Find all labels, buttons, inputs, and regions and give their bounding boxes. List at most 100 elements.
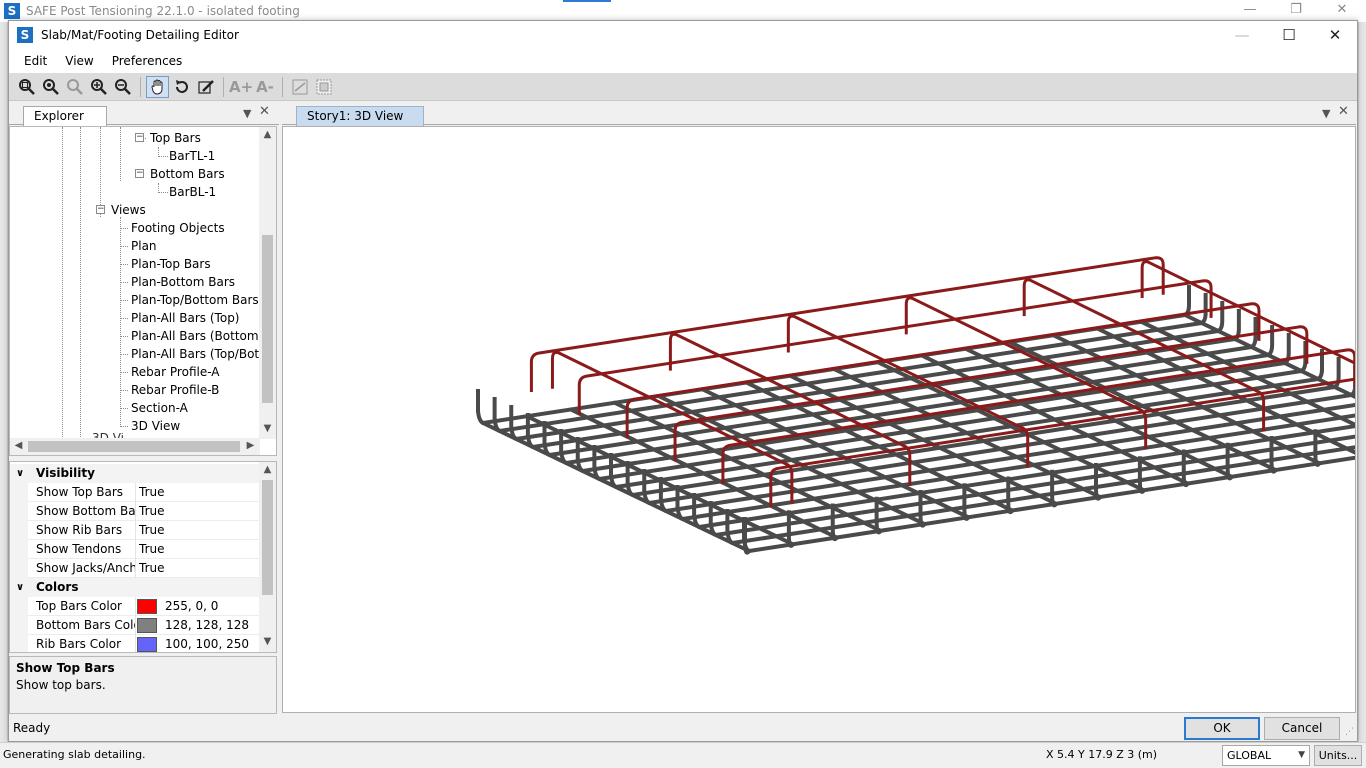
tab-explorer[interactable]: Explorer: [23, 106, 107, 126]
cancel-button[interactable]: Cancel: [1264, 717, 1340, 740]
display-options-icon[interactable]: [288, 76, 311, 98]
scroll-up-icon[interactable]: ▲: [259, 129, 276, 140]
scroll-thumb[interactable]: [262, 480, 273, 595]
collapse-icon[interactable]: −: [135, 133, 144, 142]
tree-item-plan-all-bars-bottom[interactable]: Plan-All Bars (Bottom): [131, 327, 263, 345]
property-row[interactable]: Show Rib Bars True: [10, 521, 260, 540]
zoom-previous-icon[interactable]: [63, 76, 86, 98]
property-value[interactable]: 100, 100, 250: [165, 635, 249, 652]
property-row[interactable]: Rib Bars Color 100, 100, 250: [10, 635, 260, 652]
dialog-maximize-icon[interactable]: ☐: [1266, 25, 1312, 45]
tree-item-top-bars[interactable]: Top Bars: [150, 129, 201, 147]
property-value[interactable]: True: [139, 540, 165, 559]
tree-item-plan-all-bars-top-bottom[interactable]: Plan-All Bars (Top/Botto: [131, 345, 271, 363]
pane-dropdown-icon[interactable]: ▼: [243, 107, 251, 120]
app-close-icon[interactable]: ✕: [1322, 2, 1362, 20]
property-help: Show Top Bars Show top bars.: [9, 656, 277, 714]
tree-item-plan-top-bars[interactable]: Plan-Top Bars: [131, 255, 211, 273]
tree-item-bartl-1[interactable]: BarTL-1: [169, 147, 215, 165]
font-larger-button[interactable]: A+: [229, 78, 253, 96]
rotate-icon[interactable]: [170, 76, 193, 98]
resize-grip-icon[interactable]: ⋰: [1345, 727, 1354, 737]
tree-item-plan-bottom-bars[interactable]: Plan-Bottom Bars: [131, 273, 235, 291]
tree-item-plan-top-bottom-bars[interactable]: Plan-Top/Bottom Bars: [131, 291, 259, 309]
property-value[interactable]: True: [139, 483, 165, 502]
app-restore-icon[interactable]: ❐: [1276, 2, 1316, 20]
tab-3d-view[interactable]: Story1: 3D View: [296, 106, 424, 126]
menu-view[interactable]: View: [56, 54, 102, 68]
app-minimize-icon[interactable]: —: [1230, 2, 1270, 20]
property-row[interactable]: Show Top Bars True: [10, 483, 260, 502]
view-tabstrip: Story1: 3D View ▼ ✕: [282, 101, 1356, 126]
tree-guide: [80, 127, 81, 439]
collapse-icon[interactable]: −: [135, 169, 144, 178]
font-smaller-button[interactable]: A-: [253, 78, 277, 96]
property-row[interactable]: Show Bottom Bars True: [10, 502, 260, 521]
rebar-cage-model[interactable]: [283, 127, 1356, 713]
scroll-thumb[interactable]: [262, 235, 273, 403]
tree-item-plan[interactable]: Plan: [131, 237, 157, 255]
property-row[interactable]: Bottom Bars Color 128, 128, 128: [10, 616, 260, 635]
category-colors[interactable]: ∨ Colors: [10, 578, 260, 597]
tree-item-bottom-bars[interactable]: Bottom Bars: [150, 165, 225, 183]
coord-system-select[interactable]: GLOBAL ▼: [1222, 745, 1310, 766]
category-visibility[interactable]: ∨ Visibility: [10, 464, 260, 483]
property-value[interactable]: 128, 128, 128: [165, 616, 249, 635]
property-row[interactable]: Top Bars Color 255, 0, 0: [10, 597, 260, 616]
tree-item-3d-view[interactable]: 3D View: [131, 417, 180, 435]
property-row[interactable]: Show Tendons True: [10, 540, 260, 559]
property-value[interactable]: True: [139, 521, 165, 540]
property-value[interactable]: True: [139, 502, 165, 521]
color-swatch[interactable]: [137, 618, 157, 633]
zoom-in-icon[interactable]: [87, 76, 110, 98]
tree-item-section-a[interactable]: Section-A: [131, 399, 188, 417]
tree-hscrollbar[interactable]: ◀ ▶: [10, 438, 260, 455]
tree-item-rebar-profile-a[interactable]: Rebar Profile-A: [131, 363, 220, 381]
scroll-down-icon[interactable]: ▼: [259, 636, 276, 647]
column-divider: [135, 502, 136, 521]
menu-edit[interactable]: Edit: [15, 54, 56, 68]
view-close-icon[interactable]: ✕: [1338, 104, 1349, 119]
collapse-icon[interactable]: −: [96, 205, 105, 214]
menu-preferences[interactable]: Preferences: [103, 54, 192, 68]
tree-item-views[interactable]: Views: [111, 201, 146, 219]
tree-guide: [62, 127, 63, 439]
scroll-up-icon[interactable]: ▲: [259, 464, 276, 475]
row-gutter: [10, 502, 28, 521]
tree-item-footing-objects[interactable]: Footing Objects: [131, 219, 225, 237]
dialog-close-icon[interactable]: ✕: [1312, 25, 1358, 45]
view-dropdown-icon[interactable]: ▼: [1322, 107, 1330, 120]
units-button[interactable]: Units...: [1314, 745, 1362, 766]
zoom-out-icon[interactable]: [111, 76, 134, 98]
scroll-right-icon[interactable]: ▶: [242, 440, 259, 451]
property-row[interactable]: Show Jacks/Anchors True: [10, 559, 260, 578]
edit-pencil-icon[interactable]: [194, 76, 217, 98]
zoom-window-icon[interactable]: [15, 76, 38, 98]
tree-guide: [120, 127, 121, 181]
tree-vscrollbar[interactable]: ▲ ▼: [259, 127, 276, 439]
tree-item-barbl-1[interactable]: BarBL-1: [169, 183, 216, 201]
property-name: Show Bottom Bars: [36, 504, 136, 518]
pane-close-icon[interactable]: ✕: [259, 104, 270, 119]
hscroll-thumb[interactable]: [28, 441, 240, 452]
property-vscrollbar[interactable]: ▲ ▼: [259, 462, 276, 652]
scroll-left-icon[interactable]: ◀: [10, 440, 27, 451]
bottom-bar-hook: [1183, 285, 1191, 317]
dialog-minimize-icon[interactable]: —: [1219, 25, 1265, 45]
pan-icon[interactable]: [146, 75, 169, 98]
collapse-caret-icon[interactable]: ∨: [16, 578, 24, 597]
ok-button[interactable]: OK: [1184, 717, 1260, 740]
3d-view-canvas[interactable]: [282, 126, 1356, 713]
grid-icon[interactable]: [312, 76, 335, 98]
color-swatch[interactable]: [137, 637, 157, 652]
column-divider: [135, 559, 136, 578]
collapse-caret-icon[interactable]: ∨: [16, 464, 24, 483]
help-title: Show Top Bars: [16, 661, 115, 675]
tree-item-plan-all-bars-top[interactable]: Plan-All Bars (Top): [131, 309, 240, 327]
scroll-down-icon[interactable]: ▼: [259, 423, 276, 434]
color-swatch[interactable]: [137, 599, 157, 614]
property-value[interactable]: 255, 0, 0: [165, 597, 218, 616]
zoom-restore-icon[interactable]: [39, 76, 62, 98]
tree-item-rebar-profile-b[interactable]: Rebar Profile-B: [131, 381, 219, 399]
property-value[interactable]: True: [139, 559, 165, 578]
